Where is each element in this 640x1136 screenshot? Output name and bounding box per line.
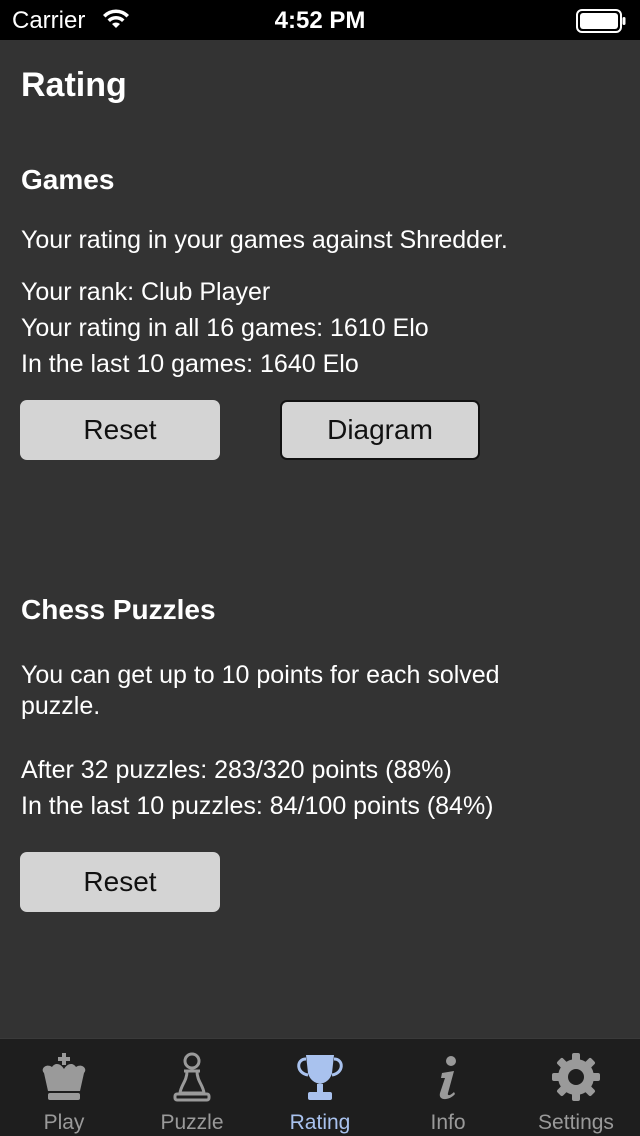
- games-rating-all: Your rating in all 16 games: 1610 Elo: [21, 314, 429, 342]
- tab-settings-label: Settings: [538, 1111, 614, 1134]
- rating-content: Rating Games Your rating in your games a…: [0, 40, 640, 1038]
- puzzles-after: After 32 puzzles: 283/320 points (88%): [21, 756, 452, 784]
- tab-bar: Play Puzzle Rating Info Settings: [0, 1038, 640, 1136]
- tab-puzzle[interactable]: Puzzle: [128, 1039, 256, 1136]
- tab-rating[interactable]: Rating: [256, 1039, 384, 1136]
- games-reset-button[interactable]: Reset: [20, 400, 220, 460]
- games-rank: Your rank: Club Player: [21, 278, 271, 306]
- games-rating-last: In the last 10 games: 1640 Elo: [21, 350, 359, 378]
- games-description: Your rating in your games against Shredd…: [21, 226, 508, 254]
- puzzles-section-title: Chess Puzzles: [21, 594, 216, 625]
- diagram-button[interactable]: Diagram: [280, 400, 480, 460]
- pawn-icon: [128, 1051, 256, 1103]
- battery-icon: [576, 9, 626, 38]
- tab-puzzle-label: Puzzle: [160, 1111, 224, 1134]
- tab-settings[interactable]: Settings: [512, 1039, 640, 1136]
- tab-play-label: Play: [43, 1111, 85, 1134]
- page-title: Rating: [21, 66, 127, 104]
- puzzles-description: You can get up to 10 points for each sol…: [21, 661, 500, 720]
- status-bar: Carrier 4:52 PM: [0, 0, 640, 40]
- trophy-icon: [256, 1051, 384, 1103]
- info-icon: [384, 1051, 512, 1103]
- games-section-title: Games: [21, 164, 115, 195]
- gear-icon: [512, 1051, 640, 1103]
- clock-time: 4:52 PM: [274, 7, 366, 34]
- puzzles-reset-button[interactable]: Reset: [20, 852, 220, 912]
- tab-rating-label: Rating: [289, 1111, 351, 1134]
- tab-play[interactable]: Play: [0, 1039, 128, 1136]
- puzzles-last: In the last 10 puzzles: 84/100 points (8…: [21, 792, 494, 820]
- tab-info[interactable]: Info: [384, 1039, 512, 1136]
- tab-info-label: Info: [430, 1111, 466, 1134]
- king-icon: [0, 1051, 128, 1103]
